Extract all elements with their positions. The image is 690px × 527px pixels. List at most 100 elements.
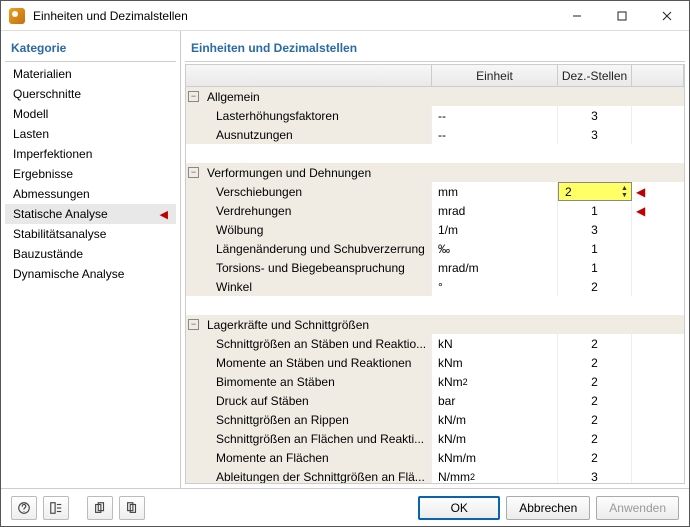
unit-cell[interactable]: kNm/m [432, 448, 558, 467]
setting-row: Ableitungen der Schnittgrößen an Flä...N… [186, 467, 684, 483]
group-header[interactable]: −Lagerkräfte und Schnittgrößen [186, 315, 684, 334]
decimals-cell[interactable]: 1 [558, 201, 632, 220]
category-item[interactable]: Bauzustände [5, 244, 176, 264]
row-marker [632, 429, 684, 448]
unit-cell[interactable]: kN/m [432, 410, 558, 429]
decimals-cell[interactable]: 3 [558, 467, 632, 483]
category-item[interactable]: Stabilitätsanalyse [5, 224, 176, 244]
decimals-cell[interactable]: 2 [558, 429, 632, 448]
category-item[interactable]: Statische Analyse◀ [5, 204, 176, 224]
category-item[interactable]: Dynamische Analyse [5, 264, 176, 284]
decimals-cell[interactable]: 2▲▼ [558, 182, 632, 201]
decimals-cell[interactable]: 3 [558, 220, 632, 239]
decimals-cell[interactable]: 3 [558, 106, 632, 125]
decimals-cell[interactable]: 2 [558, 391, 632, 410]
unit-cell[interactable]: kN [432, 334, 558, 353]
decimals-cell[interactable]: 2 [558, 353, 632, 372]
unit-cell[interactable]: ‰ [432, 239, 558, 258]
unit-cell[interactable]: mm [432, 182, 558, 201]
unit-cell[interactable]: 1/m [432, 220, 558, 239]
paste-pages-button[interactable] [119, 496, 145, 520]
settings-panel: Einheiten und Dezimalstellen Einheit Dez… [181, 31, 689, 488]
titlebar: Einheiten und Dezimalstellen [1, 1, 689, 31]
category-item[interactable]: Lasten [5, 124, 176, 144]
footer: OK Abbrechen Anwenden [1, 488, 689, 526]
group-header[interactable]: −Allgemein [186, 87, 684, 106]
category-label: Modell [13, 107, 48, 121]
setting-name: Momente an Stäben und Reaktionen [186, 353, 432, 372]
unit-cell[interactable]: bar [432, 391, 558, 410]
setting-row: Wölbung1/m3 [186, 220, 684, 239]
maximize-button[interactable] [599, 1, 644, 31]
category-item[interactable]: Ergebnisse [5, 164, 176, 184]
category-label: Dynamische Analyse [13, 267, 124, 281]
grid-header-dec[interactable]: Dez.-Stellen [558, 65, 632, 86]
decimals-cell[interactable]: 2 [558, 334, 632, 353]
unit-cell[interactable]: kN/m [432, 429, 558, 448]
decimals-cell[interactable]: 2 [558, 277, 632, 296]
category-item[interactable]: Modell [5, 104, 176, 124]
category-item[interactable]: Materialien [5, 64, 176, 84]
category-label: Statische Analyse [13, 207, 108, 221]
row-marker [632, 258, 684, 277]
row-marker [632, 220, 684, 239]
category-item[interactable]: Querschnitte [5, 84, 176, 104]
group-header[interactable]: −Verformungen und Dehnungen [186, 163, 684, 182]
row-marker [632, 277, 684, 296]
category-list: Materialien Querschnitte Modell Lasten Imper… [5, 64, 176, 484]
category-label: Stabilitätsanalyse [13, 227, 106, 241]
collapse-icon[interactable]: − [188, 167, 199, 178]
unit-cell[interactable]: ° [432, 277, 558, 296]
row-marker [632, 467, 684, 483]
collapse-icon[interactable]: − [188, 319, 199, 330]
unit-cell[interactable]: mrad/m [432, 258, 558, 277]
minimize-button[interactable] [554, 1, 599, 31]
row-marker [632, 391, 684, 410]
setting-name: Verdrehungen [186, 201, 432, 220]
main-content: Kategorie MaterialienQuerschnitteModellL… [1, 31, 689, 488]
grid-header-last [632, 65, 684, 86]
spin-down-icon[interactable]: ▼ [620, 192, 629, 199]
help-button[interactable] [11, 496, 37, 520]
decimals-cell[interactable]: 2 [558, 410, 632, 429]
apply-button[interactable]: Anwenden [596, 496, 679, 520]
category-label: Materialien [13, 67, 72, 81]
setting-row: Momente an FlächenkNm/m2 [186, 448, 684, 467]
unit-cell[interactable]: kNm [432, 353, 558, 372]
setting-name: Schnittgrößen an Rippen [186, 410, 432, 429]
cancel-button[interactable]: Abbrechen [506, 496, 590, 520]
settings-grid: Einheit Dez.-Stellen −AllgemeinLasterhöh… [185, 64, 685, 484]
decimals-cell[interactable]: 2 [558, 448, 632, 467]
setting-name: Verschiebungen [186, 182, 432, 201]
profile-list-button[interactable] [43, 496, 69, 520]
row-marker: ◀ [632, 182, 684, 201]
decimals-cell[interactable]: 2 [558, 372, 632, 391]
unit-cell[interactable]: mrad [432, 201, 558, 220]
grid-body[interactable]: −AllgemeinLasterhöhungsfaktoren--3Ausnut… [186, 87, 684, 483]
unit-cell[interactable]: -- [432, 106, 558, 125]
spin-up-icon[interactable]: ▲ [620, 185, 629, 192]
category-item[interactable]: Abmessungen [5, 184, 176, 204]
category-label: Imperfektionen [13, 147, 92, 161]
decimals-cell[interactable]: 3 [558, 125, 632, 144]
spinner[interactable]: ▲▼ [620, 185, 629, 199]
setting-name: Ableitungen der Schnittgrößen an Flä... [186, 467, 432, 483]
category-item[interactable]: Imperfektionen [5, 144, 176, 164]
collapse-icon[interactable]: − [188, 91, 199, 102]
group-title: Lagerkräfte und Schnittgrößen [207, 318, 369, 332]
setting-name: Längenänderung und Schubverzerrung [186, 239, 432, 258]
row-marker [632, 334, 684, 353]
decimals-cell[interactable]: 1 [558, 239, 632, 258]
close-button[interactable] [644, 1, 689, 31]
category-label: Abmessungen [13, 187, 90, 201]
setting-row: Schnittgrößen an RippenkN/m2 [186, 410, 684, 429]
unit-cell[interactable]: -- [432, 125, 558, 144]
grid-header-name [186, 65, 432, 86]
ok-button[interactable]: OK [418, 496, 500, 520]
unit-cell[interactable]: N/mm2 [432, 467, 558, 483]
copy-pages-button[interactable] [87, 496, 113, 520]
grid-header-unit[interactable]: Einheit [432, 65, 558, 86]
unit-cell[interactable]: kNm2 [432, 372, 558, 391]
setting-row: Verschiebungenmm2▲▼◀ [186, 182, 684, 201]
decimals-cell[interactable]: 1 [558, 258, 632, 277]
